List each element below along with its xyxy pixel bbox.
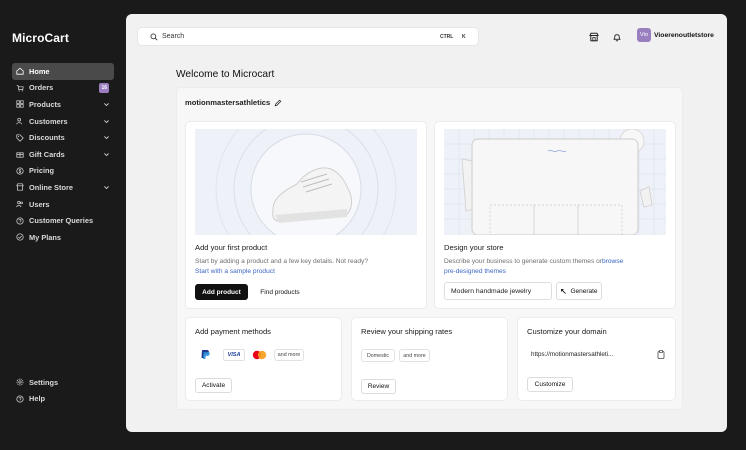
sidebar-item-gift-cards[interactable]: Gift Cards <box>12 146 114 163</box>
sidebar-item-discounts[interactable]: Discounts <box>12 129 114 146</box>
paypal-icon <box>201 350 210 359</box>
sidebar-item-pricing[interactable]: Pricing <box>12 163 114 180</box>
sidebar-item-label: Customer Queries <box>29 216 94 226</box>
store-title-text: motionmastersathletics <box>185 98 271 107</box>
theme-illustration <box>444 129 666 235</box>
business-description-input[interactable]: Modern handmade jewelry <box>444 282 552 300</box>
setup-card: motionmastersathletics Add your first pr… <box>176 87 683 410</box>
orders-count-badge: 16 <box>99 82 109 93</box>
chevron-down-icon <box>104 136 109 140</box>
sidebar: MicroCart Home Orders 16 Products Custom… <box>0 0 120 450</box>
add-product-button[interactable]: Add product <box>195 284 248 300</box>
pencil-icon[interactable] <box>274 99 282 107</box>
domain-card: Customize your domain https://motionmast… <box>517 317 676 401</box>
sidebar-item-label: Online Store <box>29 182 73 192</box>
design-card-desc: Describe your business to generate custo… <box>444 257 624 277</box>
sidebar-bottom-nav: Settings Help <box>12 374 114 407</box>
sidebar-item-label: My Plans <box>29 232 62 242</box>
sidebar-item-label: Home <box>29 66 50 76</box>
find-products-button[interactable]: Find products <box>254 284 306 300</box>
sidebar-item-home[interactable]: Home <box>12 63 114 80</box>
review-button[interactable]: Review <box>361 379 396 394</box>
question-icon <box>16 217 24 225</box>
sidebar-item-settings[interactable]: Settings <box>12 374 114 391</box>
page-title: Welcome to Microcart <box>176 69 275 80</box>
sidebar-item-label: Settings <box>29 377 59 387</box>
payment-card-title: Add payment methods <box>195 327 271 336</box>
domain-url: https://motionmastersathleti... <box>531 351 614 358</box>
design-card-desc-text: Describe your business to generate custo… <box>444 258 602 265</box>
store-front-icon[interactable] <box>589 32 599 42</box>
store-switcher-name[interactable]: Vioerenoutletstore <box>654 32 714 39</box>
product-card-desc: Start by adding a product and a few key … <box>195 257 375 277</box>
shortcut-key: K <box>462 34 466 40</box>
shipping-rates-card: Review your shipping rates Domestic and … <box>351 317 508 401</box>
activate-button[interactable]: Activate <box>195 378 232 393</box>
sidebar-item-help[interactable]: Help <box>12 391 114 408</box>
add-product-card: Add your first product Start by adding a… <box>185 121 427 309</box>
domain-card-title: Customize your domain <box>527 327 607 336</box>
dollar-icon <box>16 167 24 175</box>
main-panel: Search CTRL K Vio Vioerenoutletstore Wel… <box>126 14 727 432</box>
sidebar-item-products[interactable]: Products <box>12 96 114 113</box>
store-icon <box>16 183 24 192</box>
sidebar-item-users[interactable]: Users <box>12 196 114 213</box>
help-icon <box>16 395 24 403</box>
store-title: motionmastersathletics <box>185 98 282 107</box>
brand-logo: MicroCart <box>12 31 69 45</box>
shipping-more-chip: and more <box>399 349 430 362</box>
sidebar-item-customers[interactable]: Customers <box>12 113 114 130</box>
chevron-down-icon <box>104 119 109 123</box>
plans-icon <box>16 233 24 241</box>
generate-button[interactable]: Generate <box>556 282 602 300</box>
search-bar[interactable]: Search CTRL K <box>137 27 479 46</box>
sidebar-item-online-store[interactable]: Online Store <box>12 179 114 196</box>
payment-methods-card: Add payment methods VISA and more Activa… <box>185 317 342 401</box>
chevron-down-icon <box>104 153 109 157</box>
domestic-chip: Domestic <box>361 349 395 362</box>
shortcut-ctrl: CTRL <box>440 34 454 40</box>
mastercard-icon <box>252 350 267 360</box>
sidebar-item-label: Products <box>29 99 62 109</box>
sidebar-item-my-plans[interactable]: My Plans <box>12 229 114 246</box>
gear-icon <box>16 378 24 386</box>
sidebar-item-label: Pricing <box>29 166 55 176</box>
sidebar-nav: Home Orders 16 Products Customers Discou… <box>12 63 114 246</box>
sidebar-item-label: Users <box>29 199 50 209</box>
design-card-title: Design your store <box>444 243 504 252</box>
sidebar-item-label: Discounts <box>29 133 65 143</box>
product-card-desc-text: Start by adding a product and a few key … <box>195 258 369 265</box>
copy-icon[interactable] <box>657 350 665 359</box>
sample-product-link[interactable]: Start with a sample product <box>195 268 275 275</box>
products-icon <box>16 100 24 109</box>
home-icon <box>16 67 24 75</box>
user-group-icon <box>16 201 23 208</box>
sidebar-item-label: Help <box>29 394 46 404</box>
visa-icon: VISA <box>223 349 245 361</box>
payment-more-chip: and more <box>274 349 304 361</box>
sidebar-item-orders[interactable]: Orders 16 <box>12 80 114 97</box>
bell-icon[interactable] <box>612 32 622 42</box>
sidebar-item-label: Orders <box>29 83 54 93</box>
avatar[interactable]: Vio <box>637 28 651 42</box>
shipping-card-title: Review your shipping rates <box>361 327 453 336</box>
search-placeholder: Search <box>162 33 185 40</box>
chevron-down-icon <box>104 103 109 107</box>
search-icon <box>150 33 158 41</box>
design-store-card: Design your store Describe your business… <box>434 121 676 309</box>
cart-icon <box>16 85 24 92</box>
sparkle-icon <box>561 288 567 294</box>
sidebar-item-label: Customers <box>29 116 68 126</box>
tag-icon <box>16 134 24 142</box>
sidebar-item-customer-queries[interactable]: Customer Queries <box>12 212 114 229</box>
sneaker-illustration <box>195 129 417 235</box>
users-icon <box>16 117 23 125</box>
product-card-title: Add your first product <box>195 243 268 252</box>
sidebar-item-label: Gift Cards <box>29 149 65 159</box>
generate-label: Generate <box>570 287 598 295</box>
gift-icon <box>16 152 24 158</box>
customize-button[interactable]: Customize <box>527 377 573 392</box>
chevron-down-icon <box>104 186 109 190</box>
